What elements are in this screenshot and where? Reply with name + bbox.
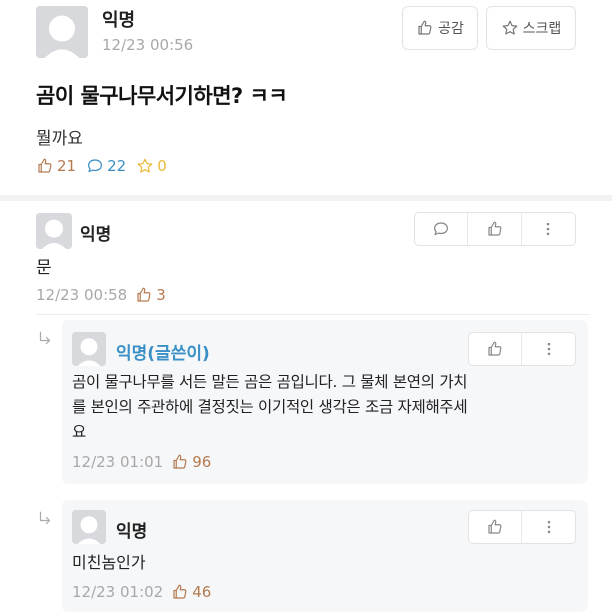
reply-avatar	[72, 332, 106, 366]
comment-timestamp: 12/23 00:58	[36, 286, 128, 304]
reply-text-line: 를 본인의 주관하에 결정짓는 이기적인 생각은 조금 자제해주세	[72, 398, 468, 416]
reply-timestamp: 12/23 01:01	[72, 453, 164, 471]
like-button[interactable]: 공감	[402, 6, 478, 50]
post-author-avatar	[36, 6, 88, 58]
thumbs-up-icon	[36, 157, 54, 175]
reply-text-line: 곰이 물구나무를 서든 말든 곰은 곰입니다. 그 물체 본연의 가치	[72, 373, 468, 391]
thumbs-up-icon	[486, 220, 504, 238]
reply-like-count: 46	[171, 583, 211, 601]
reply-arrow-icon	[36, 510, 54, 528]
post-timestamp: 12/23 00:56	[102, 36, 194, 54]
reply-arrow-icon	[36, 330, 54, 348]
reply-like-count: 96	[171, 453, 211, 471]
reply-author: 익명	[116, 522, 148, 542]
reply-text-line: 요	[72, 423, 86, 441]
reply-like-button[interactable]	[469, 511, 523, 543]
comment-icon	[432, 220, 450, 238]
thumbs-up-icon	[486, 340, 504, 358]
comment-like-button[interactable]	[468, 213, 522, 245]
post-body: 뭘까요	[36, 129, 83, 149]
reply-card: 익명(글쓴이) 곰이 물구나무를 서든 말든 곰은 곰입니다. 그 물체 본연의…	[62, 320, 588, 484]
scrap-button-label: 스크랩	[522, 21, 562, 37]
thumbs-up-icon	[171, 453, 189, 471]
like-button-label: 공감	[438, 21, 464, 37]
reply-card: 익명 미친놈인가 12/23 01:02 46	[62, 500, 588, 612]
thumbs-up-icon	[416, 19, 434, 37]
star-icon	[136, 157, 154, 175]
star-icon	[501, 19, 519, 37]
post-scrap-count: 0	[136, 157, 167, 175]
scrap-button[interactable]: 스크랩	[486, 6, 576, 50]
reply-more-button[interactable]	[522, 333, 575, 365]
thumbs-up-icon	[486, 518, 504, 536]
comment-actions	[414, 212, 576, 246]
comment-text: 문	[36, 258, 52, 278]
post-like-count: 21	[36, 157, 76, 175]
comment-author: 익명	[80, 225, 112, 245]
reply-button[interactable]	[415, 213, 469, 245]
thumbs-up-icon	[135, 286, 153, 304]
avatar-icon	[72, 510, 106, 544]
avatar-icon	[36, 6, 88, 58]
more-vertical-icon	[539, 220, 557, 238]
reply-actions	[468, 510, 576, 544]
comment-more-button[interactable]	[522, 213, 575, 245]
comment-like-count: 3	[135, 286, 166, 304]
reply-text: 곰이 물구나무를 서든 말든 곰은 곰입니다. 그 물체 본연의 가치 를 본인…	[72, 370, 582, 445]
comment-meta: 12/23 00:58 3	[36, 286, 166, 304]
comment-icon	[86, 157, 104, 175]
post-comment-count: 22	[86, 157, 126, 175]
more-vertical-icon	[540, 518, 558, 536]
comment-avatar	[36, 213, 72, 249]
post-author-name: 익명	[102, 10, 136, 31]
reply-like-button[interactable]	[469, 333, 523, 365]
reply-text: 미친놈인가	[72, 553, 146, 572]
reply-meta: 12/23 01:01 96	[72, 453, 211, 471]
reply-meta: 12/23 01:02 46	[72, 583, 211, 601]
reply-more-button[interactable]	[522, 511, 575, 543]
thumbs-up-icon	[171, 583, 189, 601]
avatar-icon	[72, 332, 106, 366]
section-divider	[0, 195, 612, 201]
more-vertical-icon	[540, 340, 558, 358]
reply-author-op: 익명(글쓴이)	[116, 344, 210, 364]
reply-actions	[468, 332, 576, 366]
comment-separator	[36, 314, 590, 315]
post-title: 곰이 물구나무서기하면? ㅋㅋ	[36, 84, 288, 108]
avatar-icon	[36, 213, 72, 249]
post-stats: 21 22 0	[36, 157, 167, 175]
reply-timestamp: 12/23 01:02	[72, 583, 164, 601]
reply-avatar	[72, 510, 106, 544]
